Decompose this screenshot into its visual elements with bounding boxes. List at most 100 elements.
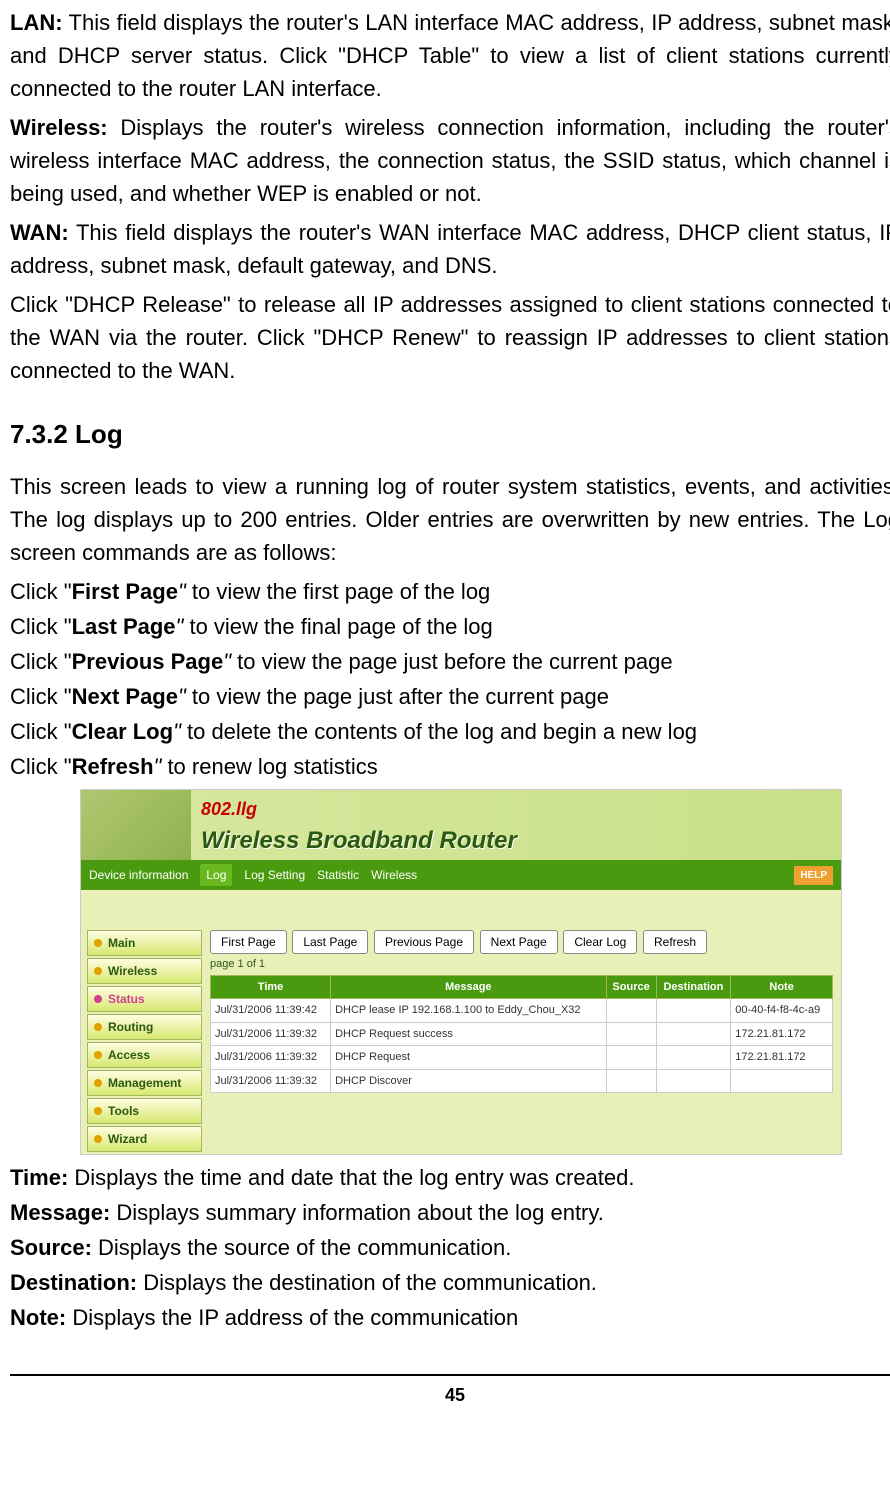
sidebar-item-label: Status [108,990,145,1008]
table-cell: Jul/31/2006 11:39:32 [211,1022,331,1046]
previous-page-button[interactable]: Previous Page [374,930,474,954]
bullet-icon [94,1107,102,1115]
first-page-button[interactable]: First Page [210,930,287,954]
bullet-icon [94,1079,102,1087]
wan-label: WAN: [10,220,69,245]
refresh-button[interactable]: Refresh [643,930,707,954]
sidebar-item-wireless[interactable]: Wireless [87,958,202,984]
next-page-button[interactable]: Next Page [480,930,558,954]
router-title-area: 802.llg Wireless Broadband Router [191,790,527,860]
desc-label: Time: [10,1165,68,1190]
cmd-quote: " [178,579,186,604]
sidebar-item-wizard[interactable]: Wizard [87,1126,202,1152]
desc-line: Destination: Displays the destination of… [10,1266,890,1299]
cmd-pre: Click " [10,684,72,709]
sidebar-item-label: Routing [108,1018,153,1036]
tab-wireless[interactable]: Wireless [371,866,417,884]
para-wireless: Wireless: Displays the router's wireless… [10,111,890,210]
last-page-button[interactable]: Last Page [292,930,368,954]
bullet-icon [94,1051,102,1059]
cmd-bold: First Page [72,579,178,604]
sidebar-item-status[interactable]: Status [87,986,202,1012]
th-message: Message [331,975,606,999]
sidebar-item-routing[interactable]: Routing [87,1014,202,1040]
table-cell [606,999,656,1023]
desc-label: Note: [10,1305,66,1330]
table-cell [656,999,731,1023]
desc-line: Time: Displays the time and date that th… [10,1161,890,1194]
desc-line: Message: Displays summary information ab… [10,1196,890,1229]
sidebar-item-label: Tools [108,1102,139,1120]
sidebar-item-label: Management [108,1074,181,1092]
log-table: Time Message Source Destination Note Jul… [210,975,833,1094]
bullet-icon [94,1023,102,1031]
sidebar-item-label: Access [108,1046,150,1064]
table-cell: DHCP lease IP 192.168.1.100 to Eddy_Chou… [331,999,606,1023]
table-cell [656,1022,731,1046]
table-cell: DHCP Request [331,1046,606,1070]
router-sidebar: Main Wireless Status Routing Access Mana… [81,890,202,1154]
desc-text: Displays the destination of the communic… [137,1270,597,1295]
log-intro: This screen leads to view a running log … [10,470,890,569]
desc-line: Note: Displays the IP address of the com… [10,1301,890,1334]
bullet-icon [94,967,102,975]
cmd-pre: Click " [10,579,72,604]
table-row: Jul/31/2006 11:39:32DHCP Request172.21.8… [211,1046,833,1070]
sidebar-item-label: Wizard [108,1130,147,1148]
tab-log-setting[interactable]: Log Setting [244,866,305,884]
table-cell [606,1046,656,1070]
cmd-pre: Click " [10,649,72,674]
cmd-quote: " [173,719,181,744]
table-cell [606,1022,656,1046]
desc-label: Source: [10,1235,92,1260]
sidebar-item-tools[interactable]: Tools [87,1098,202,1124]
cmd-bold: Next Page [72,684,178,709]
sidebar-item-main[interactable]: Main [87,930,202,956]
table-cell [656,1069,731,1093]
bullet-icon [94,1135,102,1143]
sidebar-item-label: Wireless [108,962,157,980]
table-row: Jul/31/2006 11:39:32DHCP Discover [211,1069,833,1093]
cmd-quote: " [178,684,186,709]
cmd-bold: Refresh [72,754,154,779]
table-cell: DHCP Request success [331,1022,606,1046]
cmd-line: Click "Clear Log" to delete the contents… [10,715,890,748]
router-body: Main Wireless Status Routing Access Mana… [81,890,841,1154]
table-cell [731,1069,833,1093]
cmd-line: Click "Next Page" to view the page just … [10,680,890,713]
router-ui-figure: 802.llg Wireless Broadband Router Device… [80,789,842,1155]
table-row: Jul/31/2006 11:39:32DHCP Request success… [211,1022,833,1046]
sidebar-item-management[interactable]: Management [87,1070,202,1096]
router-brand: 802.llg [201,796,517,823]
desc-text: Displays the IP address of the communica… [66,1305,518,1330]
cmd-quote: " [223,649,231,674]
cmd-bold: Clear Log [72,719,173,744]
desc-text: Displays the source of the communication… [92,1235,511,1260]
page-number: 45 [10,1374,890,1409]
para-wan: WAN: This field displays the router's WA… [10,216,890,282]
sidebar-item-label: Main [108,934,135,952]
sidebar-item-access[interactable]: Access [87,1042,202,1068]
para-lan: LAN: This field displays the router's LA… [10,6,890,105]
table-cell: 172.21.81.172 [731,1022,833,1046]
cmd-line: Click "Previous Page" to view the page j… [10,645,890,678]
cmd-post: to renew log statistics [161,754,377,779]
clear-log-button[interactable]: Clear Log [563,930,637,954]
table-cell [656,1046,731,1070]
cmd-post: to view the page just before the current… [231,649,673,674]
tab-device-info[interactable]: Device information [89,866,188,884]
page-indicator: page 1 of 1 [210,956,833,973]
wireless-label: Wireless: [10,115,108,140]
cmd-line: Click "Last Page" to view the final page… [10,610,890,643]
wireless-text: Displays the router's wireless connectio… [10,115,890,206]
table-cell [606,1069,656,1093]
cmd-bold: Last Page [72,614,176,639]
router-header-image [81,790,191,860]
help-button[interactable]: HELP [794,866,833,885]
cmd-line: Click "First Page" to view the first pag… [10,575,890,608]
desc-label: Destination: [10,1270,137,1295]
tab-statistic[interactable]: Statistic [317,866,359,884]
section-heading: 7.3.2 Log [10,415,890,454]
th-note: Note [731,975,833,999]
tab-log[interactable]: Log [200,864,232,886]
